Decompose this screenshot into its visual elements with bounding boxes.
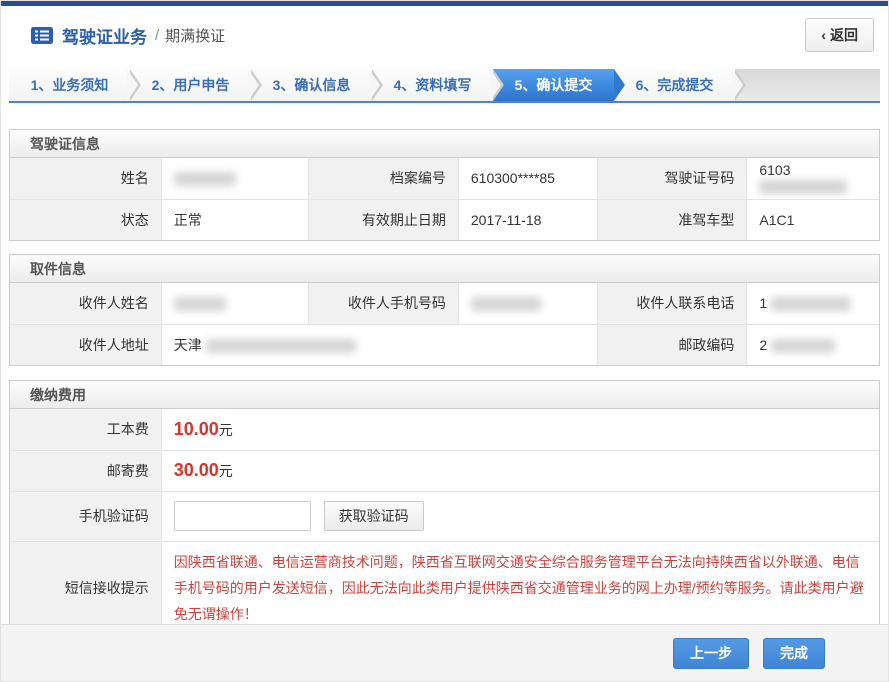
- previous-step-button[interactable]: 上一步: [673, 638, 749, 669]
- breadcrumb-divider: /: [155, 27, 159, 44]
- table-row: 姓名 档案编号 610300****85 驾驶证号码 6103: [10, 158, 879, 199]
- step-6-complete-submit[interactable]: 6、完成提交: [614, 69, 735, 101]
- back-button[interactable]: ‹返回: [805, 18, 874, 52]
- redacted-blob: [771, 339, 835, 353]
- postage-fee-label: 邮寄费: [10, 450, 161, 491]
- expiry-date-value: 2017-11-18: [458, 199, 597, 240]
- redacted-blob: [771, 297, 851, 311]
- page-header: 驾驶证业务 / 期满换证 ‹返回: [1, 6, 888, 64]
- table-row: 短信接收提示 因陕西省联通、电信运营商技术问题，陕西省互联网交通安全综合服务管理…: [10, 541, 879, 634]
- license-number-label: 驾驶证号码: [597, 158, 746, 199]
- drivers-license-renewal-page: 驾驶证业务 / 期满换证 ‹返回 1、业务须知 2、用户申告 3、确认信息 4、…: [0, 0, 889, 682]
- fees-section-title: 缴纳费用: [10, 381, 879, 409]
- recipient-name-label: 收件人姓名: [10, 283, 161, 324]
- table-row: 工本费 10.00元: [10, 409, 879, 450]
- production-fee-value: 10.00元: [161, 409, 879, 450]
- step-5-confirm-submit-active[interactable]: 5、确认提交: [493, 69, 614, 101]
- step-3-confirm-info[interactable]: 3、确认信息: [251, 69, 372, 101]
- recipient-address-label: 收件人地址: [10, 324, 161, 365]
- step-4-fill-materials[interactable]: 4、资料填写: [372, 69, 493, 101]
- status-value: 正常: [161, 199, 309, 240]
- footer-action-bar: 上一步 完成: [1, 624, 888, 681]
- sms-code-cell: 获取验证码: [161, 491, 879, 541]
- redacted-blob: [759, 180, 847, 194]
- sms-notice-cell: 因陕西省联通、电信运营商技术问题，陕西省互联网交通安全综合服务管理平台无法向持陕…: [161, 541, 879, 634]
- fees-section: 缴纳费用 工本费 10.00元 邮寄费 30.00元 手机验证码 获取验证码 短…: [9, 380, 880, 635]
- list-card-icon: [31, 27, 53, 44]
- back-chevron-icon: ‹: [821, 27, 826, 43]
- get-sms-code-button[interactable]: 获取验证码: [324, 501, 424, 531]
- license-info-table: 姓名 档案编号 610300****85 驾驶证号码 6103 状态 正常 有效…: [10, 158, 879, 240]
- recipient-phone-value: 1: [747, 283, 879, 324]
- sms-code-input[interactable]: [174, 501, 311, 531]
- step-2-user-declaration[interactable]: 2、用户申告: [130, 69, 251, 101]
- page-title: 驾驶证业务: [62, 23, 147, 48]
- wizard-step-bar: 1、业务须知 2、用户申告 3、确认信息 4、资料填写 5、确认提交 6、完成提…: [9, 69, 880, 103]
- vehicle-class-value: A1C1: [747, 199, 879, 240]
- pickup-info-section-title: 取件信息: [10, 255, 879, 283]
- redacted-blob: [471, 297, 541, 311]
- finish-button[interactable]: 完成: [763, 638, 825, 669]
- redacted-blob: [206, 339, 356, 353]
- vehicle-class-label: 准驾车型: [597, 199, 746, 240]
- pickup-info-section: 取件信息 收件人姓名 收件人手机号码 收件人联系电话 1 收件人地址 天津 邮政…: [9, 254, 880, 366]
- table-row: 邮寄费 30.00元: [10, 450, 879, 491]
- archive-number-value: 610300****85: [458, 158, 597, 199]
- sms-notice-text: 因陕西省联通、电信运营商技术问题，陕西省互联网交通安全综合服务管理平台无法向持陕…: [174, 542, 867, 634]
- status-label: 状态: [10, 199, 161, 240]
- sms-notice-label: 短信接收提示: [10, 541, 161, 634]
- redacted-blob: [174, 297, 226, 311]
- pickup-info-table: 收件人姓名 收件人手机号码 收件人联系电话 1 收件人地址 天津 邮政编码 2: [10, 283, 879, 365]
- recipient-mobile-value: [458, 283, 597, 324]
- redacted-blob: [174, 172, 236, 186]
- postage-fee-value: 30.00元: [161, 450, 879, 491]
- back-button-label: 返回: [830, 27, 858, 43]
- fees-table: 工本费 10.00元 邮寄费 30.00元 手机验证码 获取验证码 短信接收提示…: [10, 409, 879, 634]
- name-value: [161, 158, 309, 199]
- table-row: 收件人姓名 收件人手机号码 收件人联系电话 1: [10, 283, 879, 324]
- postal-code-value: 2: [747, 324, 879, 365]
- license-info-section: 驾驶证信息 姓名 档案编号 610300****85 驾驶证号码 6103 状态…: [9, 129, 880, 241]
- production-fee-label: 工本费: [10, 409, 161, 450]
- postal-code-label: 邮政编码: [597, 324, 746, 365]
- recipient-phone-label: 收件人联系电话: [597, 283, 746, 324]
- expiry-date-label: 有效期止日期: [309, 199, 458, 240]
- table-row: 状态 正常 有效期止日期 2017-11-18 准驾车型 A1C1: [10, 199, 879, 240]
- breadcrumb-current: 期满换证: [165, 25, 225, 46]
- step-1-business-notice[interactable]: 1、业务须知: [9, 69, 130, 101]
- license-number-value: 6103: [747, 158, 879, 199]
- recipient-mobile-label: 收件人手机号码: [309, 283, 458, 324]
- archive-number-label: 档案编号: [309, 158, 458, 199]
- table-row: 手机验证码 获取验证码: [10, 491, 879, 541]
- table-row: 收件人地址 天津 邮政编码 2: [10, 324, 879, 365]
- sms-code-label: 手机验证码: [10, 491, 161, 541]
- name-label: 姓名: [10, 158, 161, 199]
- recipient-address-value: 天津: [161, 324, 597, 365]
- license-info-section-title: 驾驶证信息: [10, 130, 879, 158]
- recipient-name-value: [161, 283, 309, 324]
